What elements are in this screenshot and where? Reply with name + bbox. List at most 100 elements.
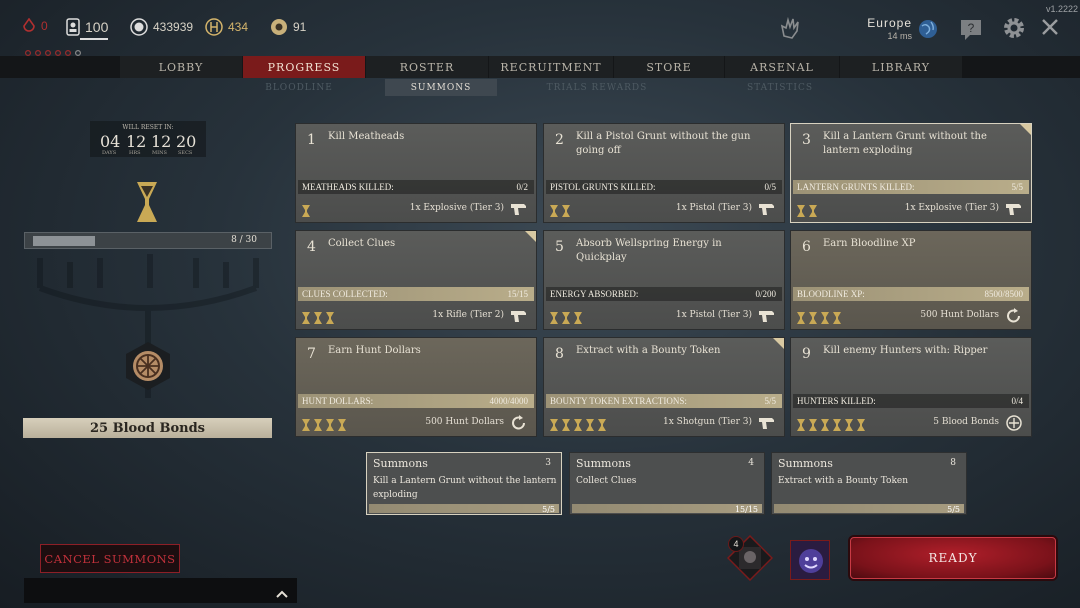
summons-slot-title: Summons [576,457,631,470]
reset-mins: 12 [151,132,172,151]
card-progress-label: BLOODLINE XP: [797,289,865,299]
card-progress-label: BOUNTY TOKEN EXTRACTIONS: [550,396,687,406]
card-number: 9 [802,346,811,362]
hourglass-icon [574,416,582,431]
card-number: 3 [802,132,811,148]
revolver-icon [758,201,776,217]
sub-nav: BLOODLINE SUMMONS TRIALS REWARDS STATIST… [0,79,1080,96]
summons-slot-title: Summons [373,457,428,470]
card-reward-row: 500 Hunt Dollars [793,307,1029,325]
card-progress-label: PISTOL GRUNTS KILLED: [550,182,656,192]
summons-slot-title: Summons [778,457,833,470]
secs-label: SECS [178,150,193,156]
region-name[interactable]: Europe [866,16,912,30]
hourglass-icon [314,416,322,431]
card-progress-label: CLUES COLLECTED: [302,289,388,299]
card-progress-bar: LANTERN GRUNTS KILLED: 5/5 [793,180,1029,194]
close-icon[interactable] [1040,17,1060,41]
card-progress-bar: CLUES COLLECTED: 15/15 [298,287,534,301]
card-title: Earn Hunt Dollars [328,345,421,356]
card-number: 1 [307,132,316,148]
card-title: Collect Clues [328,238,396,249]
summons-slot-progress-fill [369,504,559,513]
subtab-trials-rewards[interactable]: TRIALS REWARDS [530,79,664,96]
hourglass-icon [598,416,606,431]
summons-slot[interactable]: Summons 4 Collect Clues 15/15 [569,452,765,515]
summons-progress-bar: 8 / 30 [24,232,272,249]
tab-lobby[interactable]: LOBBY [120,56,242,78]
hourglass-icon [809,416,817,431]
blood-bonds-reward-label: 25 Blood Bonds [23,418,272,438]
settings-gear-icon[interactable] [1002,16,1026,44]
top-bar: 0 100 433939 434 91 Europe 14 ms ? v1.22… [0,0,1080,57]
card-progress-label: ENERGY ABSORBED: [550,289,639,299]
hourglass-icon [326,309,334,324]
hourglass-icon [562,416,570,431]
summons-slot-count: 5/5 [947,505,960,514]
subtab-bloodline[interactable]: BLOODLINE [238,79,360,96]
tab-progress[interactable]: PROGRESS [243,56,365,78]
tab-store[interactable]: STORE [614,56,724,78]
summons-slot[interactable]: Summons 8 Extract with a Bounty Token 5/5 [771,452,967,515]
hourglass-icon [797,309,805,324]
party-invite-slot[interactable]: 4 [726,534,774,582]
reset-hrs: 12 [126,132,147,151]
tab-roster[interactable]: ROSTER [366,56,488,78]
subtab-statistics[interactable]: STATISTICS [720,79,840,96]
challenge-card[interactable]: 5 Absorb Wellspring Energy in Quickplay EN… [543,230,785,330]
corner-star-icon [773,338,784,349]
tab-library[interactable]: LIBRARY [840,56,962,78]
card-reward-row: 500 Hunt Dollars [298,414,534,432]
card-reward-label: 1x Rifle (Tier 2) [432,310,504,320]
svg-text:?: ? [968,21,975,35]
hourglass-icon [302,202,310,217]
cancel-summons-button[interactable]: CANCEL SUMMONS [40,544,180,573]
globe-icon[interactable] [917,18,939,44]
card-reward-label: 1x Shotgun (Tier 3) [663,417,752,427]
challenge-card[interactable]: 7 Earn Hunt Dollars HUNT DOLLARS: 4000/4000… [295,337,537,437]
summons-slot[interactable]: Summons 3 Kill a Lantern Grunt without the… [366,452,562,515]
subtab-summons[interactable]: SUMMONS [385,79,497,96]
challenge-card[interactable]: 3 Kill a Lantern Grunt without the lanter… [790,123,1032,223]
card-reward-label: 500 Hunt Dollars [920,310,999,320]
hand-icon[interactable] [778,16,804,46]
tab-recruitment[interactable]: RECRUITMENT [489,56,613,78]
hourglass-icon [550,416,558,431]
hourglass-icon [562,202,570,217]
revolver-icon [1005,201,1023,217]
help-icon[interactable]: ? [958,16,984,46]
challenge-card[interactable]: 6 Earn Bloodline XP BLOODLINE XP: 8500/8500… [790,230,1032,330]
card-reward-label: 500 Hunt Dollars [425,417,504,427]
card-progress-count: 0/2 [516,182,528,192]
ready-button[interactable]: READY [850,537,1056,579]
challenge-card[interactable]: 2 Kill a Pistol Grunt without the gun goi… [543,123,785,223]
tab-arsenal[interactable]: ARSENAL [725,56,839,78]
chat-panel[interactable] [24,578,297,603]
challenge-card[interactable]: 9 Kill enemy Hunters with: Ripper HUNTERS … [790,337,1032,437]
card-number: 5 [555,239,564,255]
revolver-icon [758,415,776,431]
hourglass-icon [302,309,310,324]
player-avatar[interactable] [790,540,830,580]
challenge-card[interactable]: 1 Kill Meatheads MEATHEADS KILLED: 0/2 1x Ex… [295,123,537,223]
main-nav: LOBBY PROGRESS ROSTER RECRUITMENT STORE … [0,56,1080,78]
card-progress-label: LANTERN GRUNTS KILLED: [797,182,915,192]
days-label: DAYS [102,150,117,156]
challenge-card[interactable]: 8 Extract with a Bounty Token BOUNTY TOKEN… [543,337,785,437]
challenge-card[interactable]: 4 Collect Clues CLUES COLLECTED: 15/15 1x Ri… [295,230,537,330]
summons-slot-description: Collect Clues [576,476,637,486]
summons-slot-number: 3 [545,458,551,468]
hunt-dollars-stat: 433939 [130,18,193,36]
hourglass-icon [302,416,310,431]
card-title: Extract with a Bounty Token [576,345,721,356]
summons-slot-progress-fill [774,504,964,513]
bloodline-stat: 434 [205,18,248,36]
hourglass-icon [550,309,558,324]
hrs-label: HRS [129,150,141,156]
card-number: 6 [802,239,811,255]
hunt-dollar-coin-icon [130,18,148,36]
chevron-up-icon[interactable] [275,584,289,603]
blood-drop-icon [22,18,36,34]
hourglass-icon [845,416,853,431]
event-points-value: 91 [293,20,307,34]
